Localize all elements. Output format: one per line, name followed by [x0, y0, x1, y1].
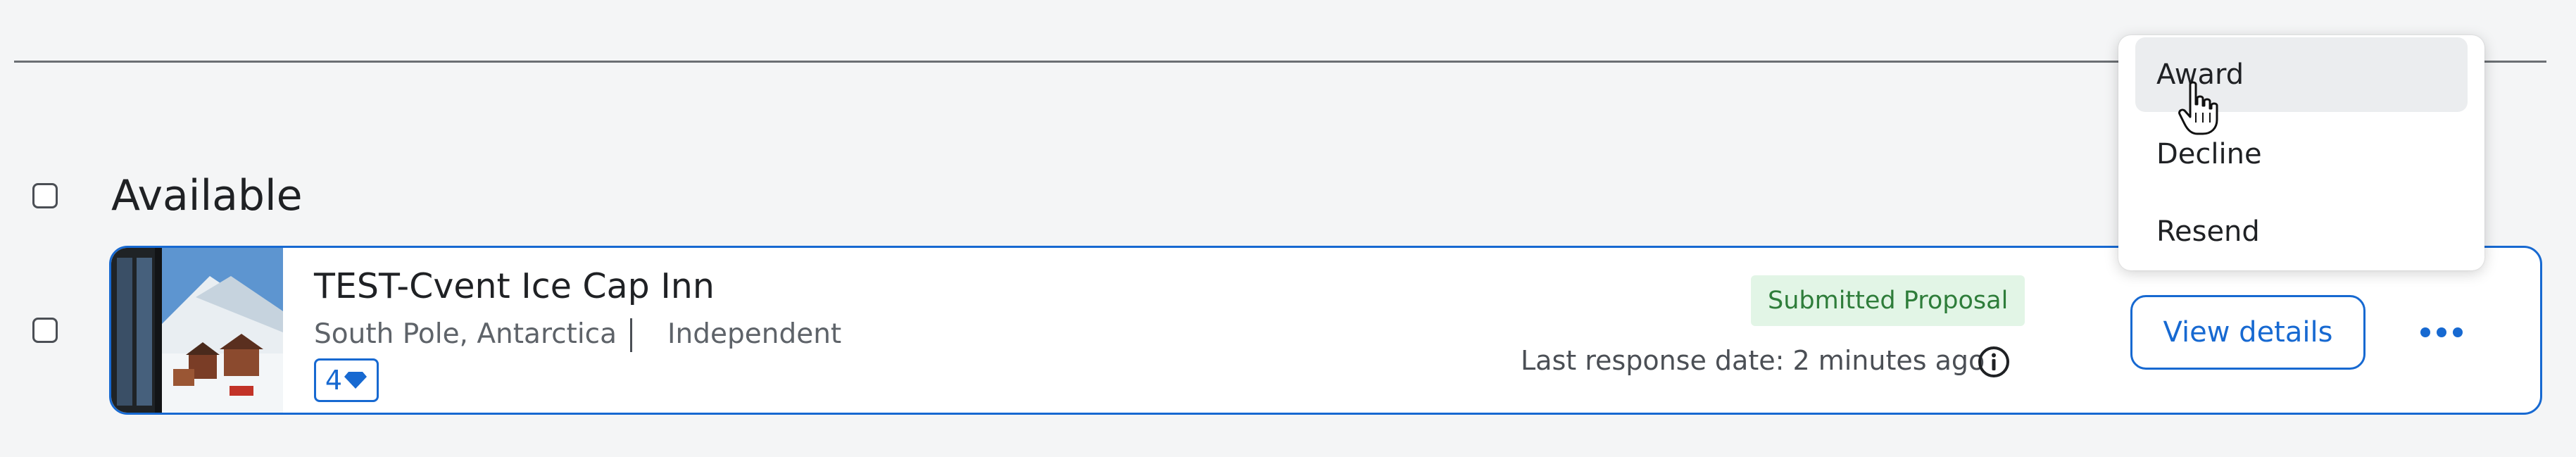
menu-item-decline[interactable]: Decline — [2135, 117, 2468, 192]
hotel-card: TEST-Cvent Ice Cap Inn South Pole, Antar… — [109, 246, 2542, 415]
hotel-name-link[interactable]: TEST-Cvent Ice Cap Inn — [314, 263, 715, 310]
info-icon[interactable] — [1977, 345, 2011, 379]
hotel-type: Independent — [667, 318, 842, 350]
last-response-date: Last response date: 2 minutes ago — [1521, 345, 1985, 376]
more-options-icon[interactable] — [2413, 318, 2470, 346]
hotel-location: South Pole, Antarctica — [314, 318, 617, 350]
menu-item-resend[interactable]: Resend — [2135, 194, 2468, 269]
menu-item-award[interactable]: Award — [2135, 37, 2468, 112]
actions-menu: Award Decline Resend — [2118, 35, 2484, 270]
status-badge: Submitted Proposal — [1751, 275, 2025, 326]
select-all-checkbox[interactable] — [32, 183, 58, 208]
row-select-checkbox[interactable] — [32, 318, 58, 343]
hotel-image — [111, 248, 283, 413]
view-details-button[interactable]: View details — [2130, 295, 2365, 370]
tier-badge: 4 — [314, 358, 379, 402]
diamond-icon — [344, 365, 367, 396]
tier-value: 4 — [325, 365, 343, 396]
section-title: Available — [111, 171, 303, 220]
page: Available TEST-Cvent Ice Cap Inn South P… — [0, 0, 2576, 457]
meta-separator — [630, 318, 632, 352]
